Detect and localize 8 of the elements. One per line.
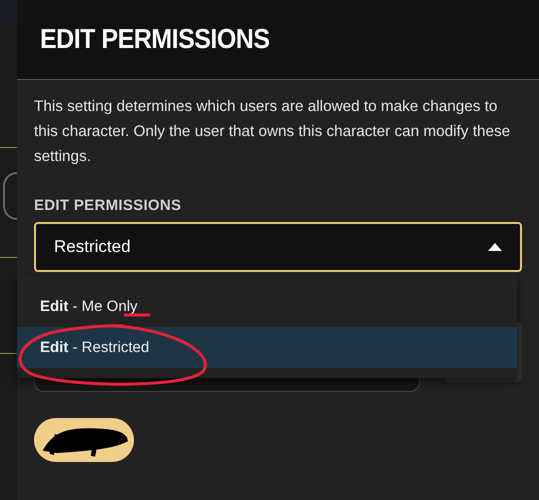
- caret-icon: [488, 243, 502, 251]
- dropdown-option[interactable]: Edit - Restricted: [17, 327, 517, 368]
- dialog-title: EDIT PERMISSIONS: [40, 24, 270, 56]
- field-label: EDIT PERMISSIONS: [34, 197, 182, 214]
- permissions-dropdown[interactable]: Restricted: [34, 222, 522, 272]
- description-text: This setting determines which users are allowed to make changes to this character. Only the user that owns this character can modify these settings.: [34, 97, 512, 167]
- underline-mark: [124, 313, 150, 317]
- dropdown-option[interactable]: Edit - Me Only: [17, 286, 517, 327]
